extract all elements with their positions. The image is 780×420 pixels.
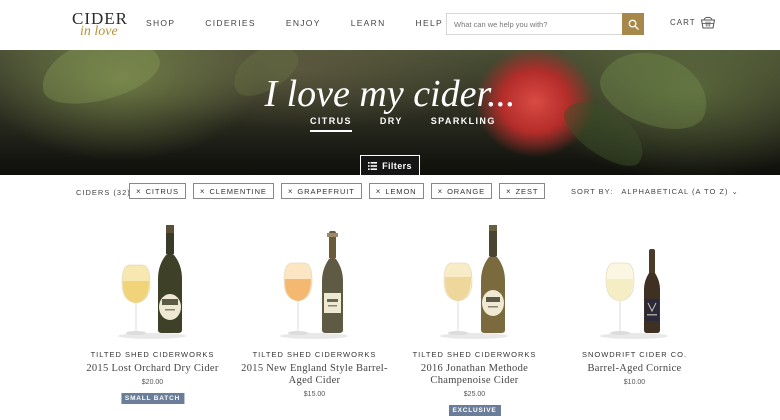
remove-icon: × (505, 186, 512, 196)
product-badge: SMALL BATCH (120, 393, 185, 404)
filter-bar: CIDERS (32) × CITRUS × CLEMENTINE × GRAPEFR… (0, 176, 780, 208)
hero-tabs: CITRUS DRY SPARKLING (310, 116, 524, 132)
product-image (280, 231, 348, 339)
chip-label: CITRUS (145, 186, 179, 196)
nav-cideries[interactable]: CIDERIES (205, 18, 256, 28)
product-price: $25.00 (463, 391, 486, 398)
filter-chip-clementine[interactable]: × CLEMENTINE (192, 183, 274, 199)
product-price: $20.00 (141, 379, 164, 386)
nav-shop[interactable]: SHOP (146, 18, 175, 28)
remove-icon: × (437, 186, 444, 196)
sort-control: SORT BY: ALPHABETICAL (A TO Z) ⌄ (571, 187, 739, 196)
filter-chip-lemon[interactable]: × LEMON (368, 183, 424, 199)
product-badge: EXCLUSIVE (448, 405, 501, 416)
product-brand: TILTED SHED CIDERWORKS (252, 350, 377, 359)
remove-icon: × (199, 186, 206, 196)
logo-script: in love (80, 24, 118, 39)
product-card[interactable]: TILTED SHED CIDERWORKS 2015 New England … (232, 215, 397, 420)
hero-banner: I love my cider... CITRUS DRY SPARKLING … (0, 50, 780, 175)
chip-label: ZEST (515, 186, 539, 196)
active-filters: × CITRUS × CLEMENTINE × GRAPEFRUIT × LEMON ×… (129, 183, 552, 199)
site-logo[interactable]: CIDER in love (72, 10, 128, 40)
remove-icon: × (375, 186, 382, 196)
product-grid: TILTED SHED CIDERWORKS 2015 Lost Orchard… (60, 215, 760, 420)
nav-help[interactable]: HELP (416, 18, 443, 28)
product-brand: TILTED SHED CIDERWORKS (412, 350, 537, 359)
filters-button[interactable]: Filters (360, 155, 420, 175)
filter-chip-orange[interactable]: × ORANGE (430, 183, 492, 199)
product-brand: SNOWDRIFT CIDER CO. (581, 350, 688, 359)
cart-label: CART (670, 17, 696, 27)
filter-chip-zest[interactable]: × ZEST (498, 183, 546, 199)
filters-label: Filters (382, 160, 412, 171)
filter-chip-citrus[interactable]: × CITRUS (129, 183, 186, 199)
product-card[interactable]: SNOWDRIFT CIDER CO. Barrel-Aged Cornice … (552, 215, 717, 420)
product-name: 2015 New England Style Barrel-Aged Cider (241, 363, 388, 386)
cart-link[interactable]: CART (670, 14, 716, 30)
site-header: CIDER in love SHOP CIDERIES ENJOY LEARN … (0, 0, 780, 50)
chip-label: LEMON (385, 186, 417, 196)
product-price: $15.00 (303, 391, 326, 398)
product-image (440, 225, 508, 339)
basket-icon (700, 16, 715, 29)
filter-chip-grapefruit[interactable]: × GRAPEFRUIT (280, 183, 362, 199)
product-price: $10.00 (623, 379, 646, 386)
product-card[interactable]: TILTED SHED CIDERWORKS 2016 Jonathan Met… (392, 215, 557, 420)
chip-label: CLEMENTINE (209, 186, 267, 196)
search-button[interactable] (622, 13, 644, 35)
search-box (446, 13, 644, 35)
sort-dropdown[interactable]: ALPHABETICAL (A TO Z) ⌄ (621, 187, 739, 196)
tab-dry[interactable]: DRY (380, 116, 403, 132)
product-brand: TILTED SHED CIDERWORKS (90, 350, 215, 359)
main-nav: SHOP CIDERIES ENJOY LEARN HELP (146, 18, 473, 28)
nav-enjoy[interactable]: ENJOY (286, 18, 321, 28)
chip-label: ORANGE (447, 186, 485, 196)
product-card[interactable]: TILTED SHED CIDERWORKS 2015 Lost Orchard… (70, 215, 235, 420)
product-name: 2015 Lost Orchard Dry Cider (86, 363, 219, 374)
product-image (600, 249, 668, 339)
chip-label: GRAPEFRUIT (297, 186, 355, 196)
search-input[interactable] (447, 14, 623, 34)
remove-icon: × (287, 186, 294, 196)
product-name: Barrel-Aged Cornice (587, 363, 682, 374)
tab-sparkling[interactable]: SPARKLING (431, 116, 496, 132)
search-icon (628, 19, 639, 30)
product-image (118, 225, 186, 339)
hero-title: I love my cider... (264, 73, 516, 115)
sort-label: SORT BY: (571, 187, 614, 196)
result-count: CIDERS (32) (76, 188, 131, 197)
remove-icon: × (136, 186, 142, 196)
list-icon (368, 161, 378, 170)
tab-citrus[interactable]: CITRUS (310, 116, 352, 132)
nav-learn[interactable]: LEARN (351, 18, 386, 28)
product-name: 2016 Jonathan Methode Champenoise Cider (420, 363, 529, 386)
